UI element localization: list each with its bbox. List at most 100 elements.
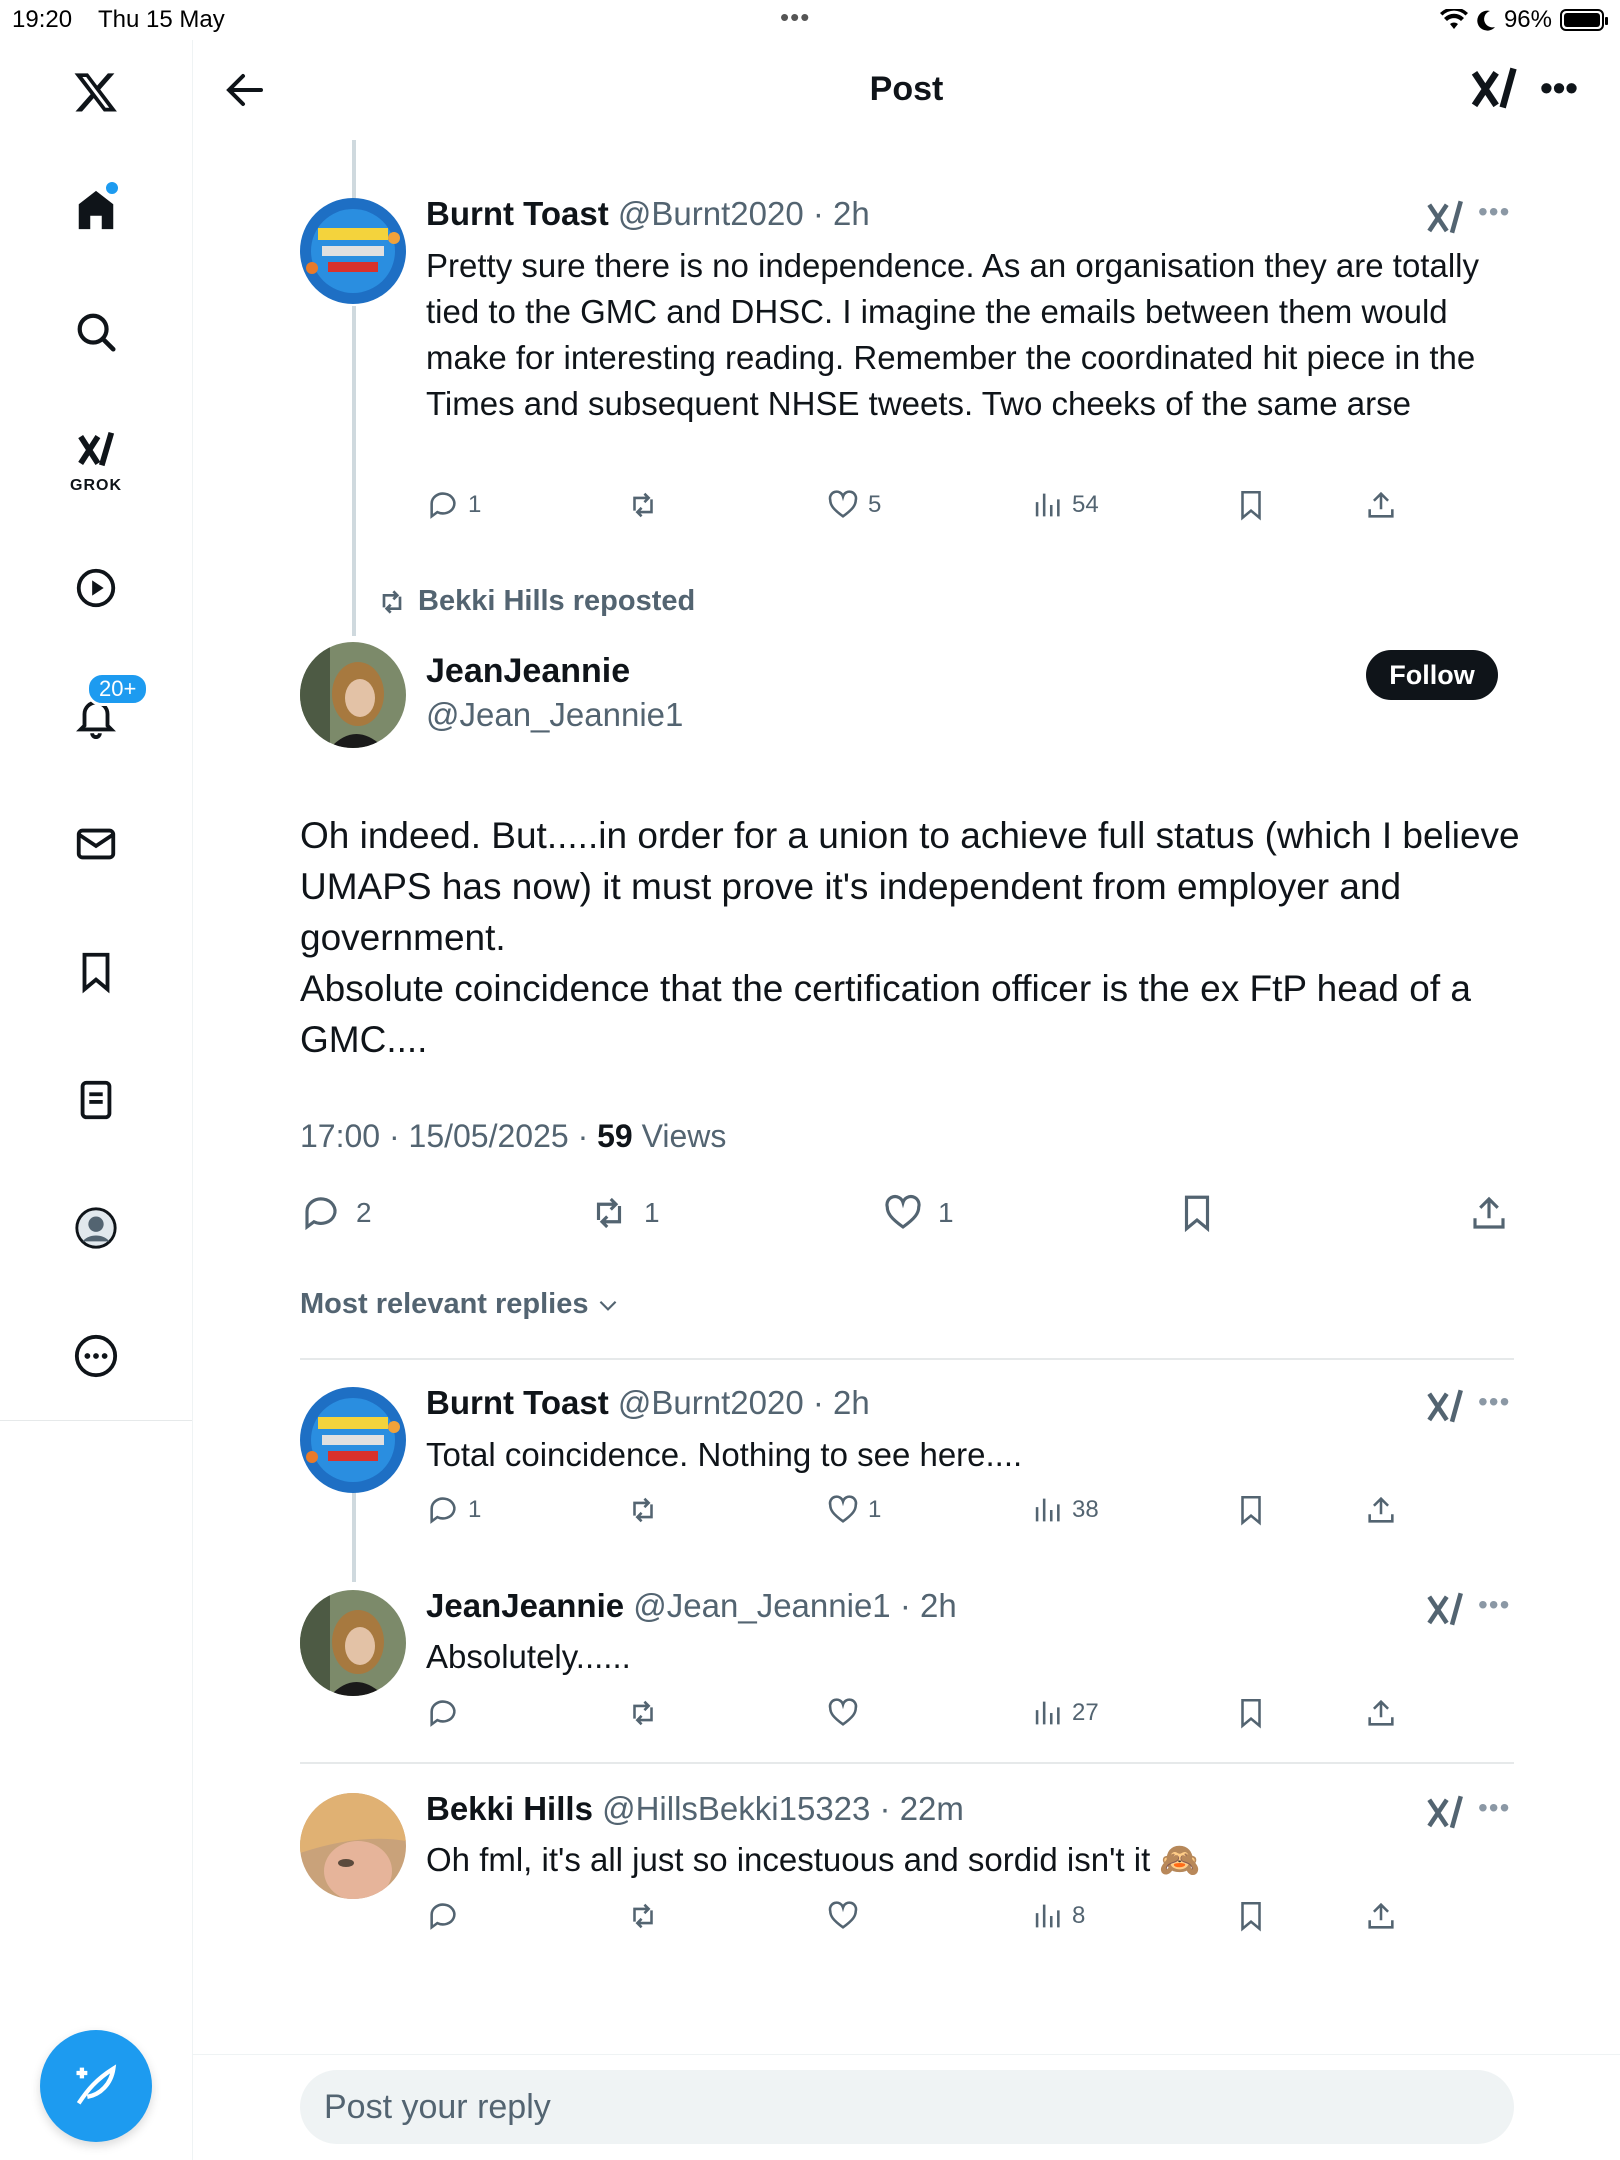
compose-feather-icon (76, 2064, 117, 2105)
like-button[interactable]: 1 (882, 1192, 954, 1234)
share-button[interactable] (1364, 1899, 1398, 1933)
reply-button[interactable]: 1 (426, 488, 481, 522)
repost-button[interactable] (626, 488, 668, 522)
lists-icon[interactable] (66, 1070, 126, 1130)
more-options-icon[interactable] (66, 1326, 126, 1386)
follow-button[interactable]: Follow (1366, 650, 1498, 700)
bookmark-button[interactable] (1234, 1696, 1268, 1730)
reply-sort-dropdown[interactable]: Most relevant replies (300, 1288, 621, 1321)
share-button[interactable] (1364, 1696, 1398, 1730)
reply-count: 1 (468, 491, 482, 518)
author-name[interactable]: JeanJeannie (426, 1587, 624, 1624)
multitasking-dots-icon[interactable]: ••• (780, 2, 810, 33)
reply-button[interactable] (426, 1696, 468, 1730)
share-button[interactable] (1364, 1493, 1398, 1527)
compose-post-button[interactable] (40, 2030, 152, 2142)
avatar[interactable] (300, 1590, 406, 1696)
profile-avatar-icon[interactable] (66, 1198, 126, 1258)
wifi-icon (1439, 9, 1468, 29)
tweet-more-icon[interactable]: ••• (1478, 1792, 1510, 1824)
grok-explain-icon[interactable] (1424, 1791, 1466, 1833)
chevron-down-icon (599, 1300, 616, 1311)
moon-icon (1477, 10, 1495, 31)
grok-explain-icon[interactable] (1424, 196, 1466, 238)
home-icon[interactable] (66, 180, 126, 240)
search-icon[interactable] (66, 302, 126, 362)
reply-text: Oh fml, it's all just so incestuous and … (426, 1841, 1201, 1878)
x-logo-icon[interactable] (66, 62, 126, 122)
tweet-more-icon[interactable]: ••• (1478, 1386, 1510, 1418)
bookmark-icon (1241, 1495, 1261, 1526)
repost-icon (596, 1197, 622, 1229)
grok-header-icon[interactable] (1468, 62, 1520, 114)
repost-button[interactable]: 1 (588, 1192, 660, 1234)
author-name[interactable]: Burnt Toast (426, 195, 609, 232)
grok-icon[interactable] (66, 420, 126, 480)
heart-icon (828, 1698, 858, 1726)
tweet-author-handle: @Jean_Jeannie1 (426, 696, 683, 734)
battery-percent: 96% (1503, 6, 1552, 33)
repost-banner[interactable]: Bekki Hills reposted (376, 585, 695, 618)
like-count: 1 (938, 1197, 954, 1228)
reply-button[interactable]: 2 (300, 1192, 372, 1234)
repost-icon (633, 1903, 653, 1929)
avatar[interactable] (300, 198, 406, 304)
like-button[interactable]: 1 (826, 1493, 881, 1527)
section-divider (300, 1762, 1514, 1764)
bookmark-icon (1241, 1901, 1261, 1932)
views-button[interactable]: 38 (1030, 1493, 1099, 1527)
author-meta: @Burnt2020 · 2h (617, 1384, 870, 1421)
header-more-icon[interactable]: ••• (1533, 62, 1585, 114)
author-name[interactable]: Bekki Hills (426, 1790, 593, 1827)
author-name[interactable]: JeanJeannie (426, 652, 630, 690)
bookmarks-icon[interactable] (66, 942, 126, 1002)
bookmark-button[interactable] (1234, 488, 1268, 522)
reply-icon (430, 492, 456, 519)
views-button[interactable]: 54 (1030, 488, 1099, 522)
author-handle[interactable]: @Jean_Jeannie1 (426, 696, 683, 733)
video-icon[interactable] (66, 558, 126, 618)
tweet-actions: 1 5 54 (426, 488, 1426, 528)
avatar[interactable] (300, 1793, 406, 1899)
notifications-bell-icon[interactable]: 20+ (66, 672, 150, 746)
avatar[interactable] (300, 1387, 406, 1493)
notifications-badge: 20+ (86, 672, 150, 706)
reply-count: 2 (356, 1197, 372, 1228)
thread-line (352, 306, 356, 636)
tweet-more-icon[interactable]: ••• (1478, 1589, 1510, 1621)
timestamp-text[interactable]: 17:00 · 15/05/2025 · (300, 1118, 597, 1154)
views-button[interactable]: 8 (1030, 1899, 1085, 1933)
reply-button[interactable]: 1 (426, 1493, 481, 1527)
messages-icon[interactable] (66, 814, 126, 874)
avatar[interactable] (300, 642, 406, 748)
grok-explain-icon[interactable] (1424, 1385, 1466, 1427)
post-header: Post ••• (193, 40, 1620, 140)
bookmark-button[interactable] (1234, 1899, 1268, 1933)
bookmark-button[interactable] (1176, 1192, 1218, 1234)
bookmark-icon (1241, 490, 1261, 521)
section-divider (300, 1358, 1514, 1360)
share-button[interactable] (1364, 488, 1398, 522)
reply-button[interactable] (426, 1899, 468, 1933)
reply-author-line: Bekki Hills @HillsBekki15323 · 22m (426, 1790, 964, 1828)
bookmark-button[interactable] (1234, 1493, 1268, 1527)
reply-input[interactable] (300, 2070, 1514, 2144)
author-meta: @Burnt2020 · 2h (617, 195, 870, 232)
grok-explain-icon[interactable] (1424, 1588, 1466, 1630)
views-chart-icon (1035, 1498, 1060, 1522)
reply-icon (430, 1497, 456, 1524)
tweet-timestamp: 17:00 · 15/05/2025 · 59 Views (300, 1118, 726, 1155)
repost-button[interactable] (626, 1493, 668, 1527)
repost-button[interactable] (626, 1899, 668, 1933)
tweet-more-icon[interactable]: ••• (1478, 196, 1510, 228)
like-button[interactable] (826, 1696, 868, 1730)
heart-icon (828, 490, 858, 518)
repost-button[interactable] (626, 1696, 668, 1730)
like-button[interactable]: 5 (826, 488, 881, 522)
like-button[interactable] (826, 1899, 868, 1933)
author-name[interactable]: Burnt Toast (426, 1384, 609, 1421)
view-count: 59 (597, 1118, 633, 1154)
share-button[interactable] (1468, 1192, 1510, 1234)
views-button[interactable]: 27 (1030, 1696, 1099, 1730)
reply-icon (305, 1197, 337, 1231)
